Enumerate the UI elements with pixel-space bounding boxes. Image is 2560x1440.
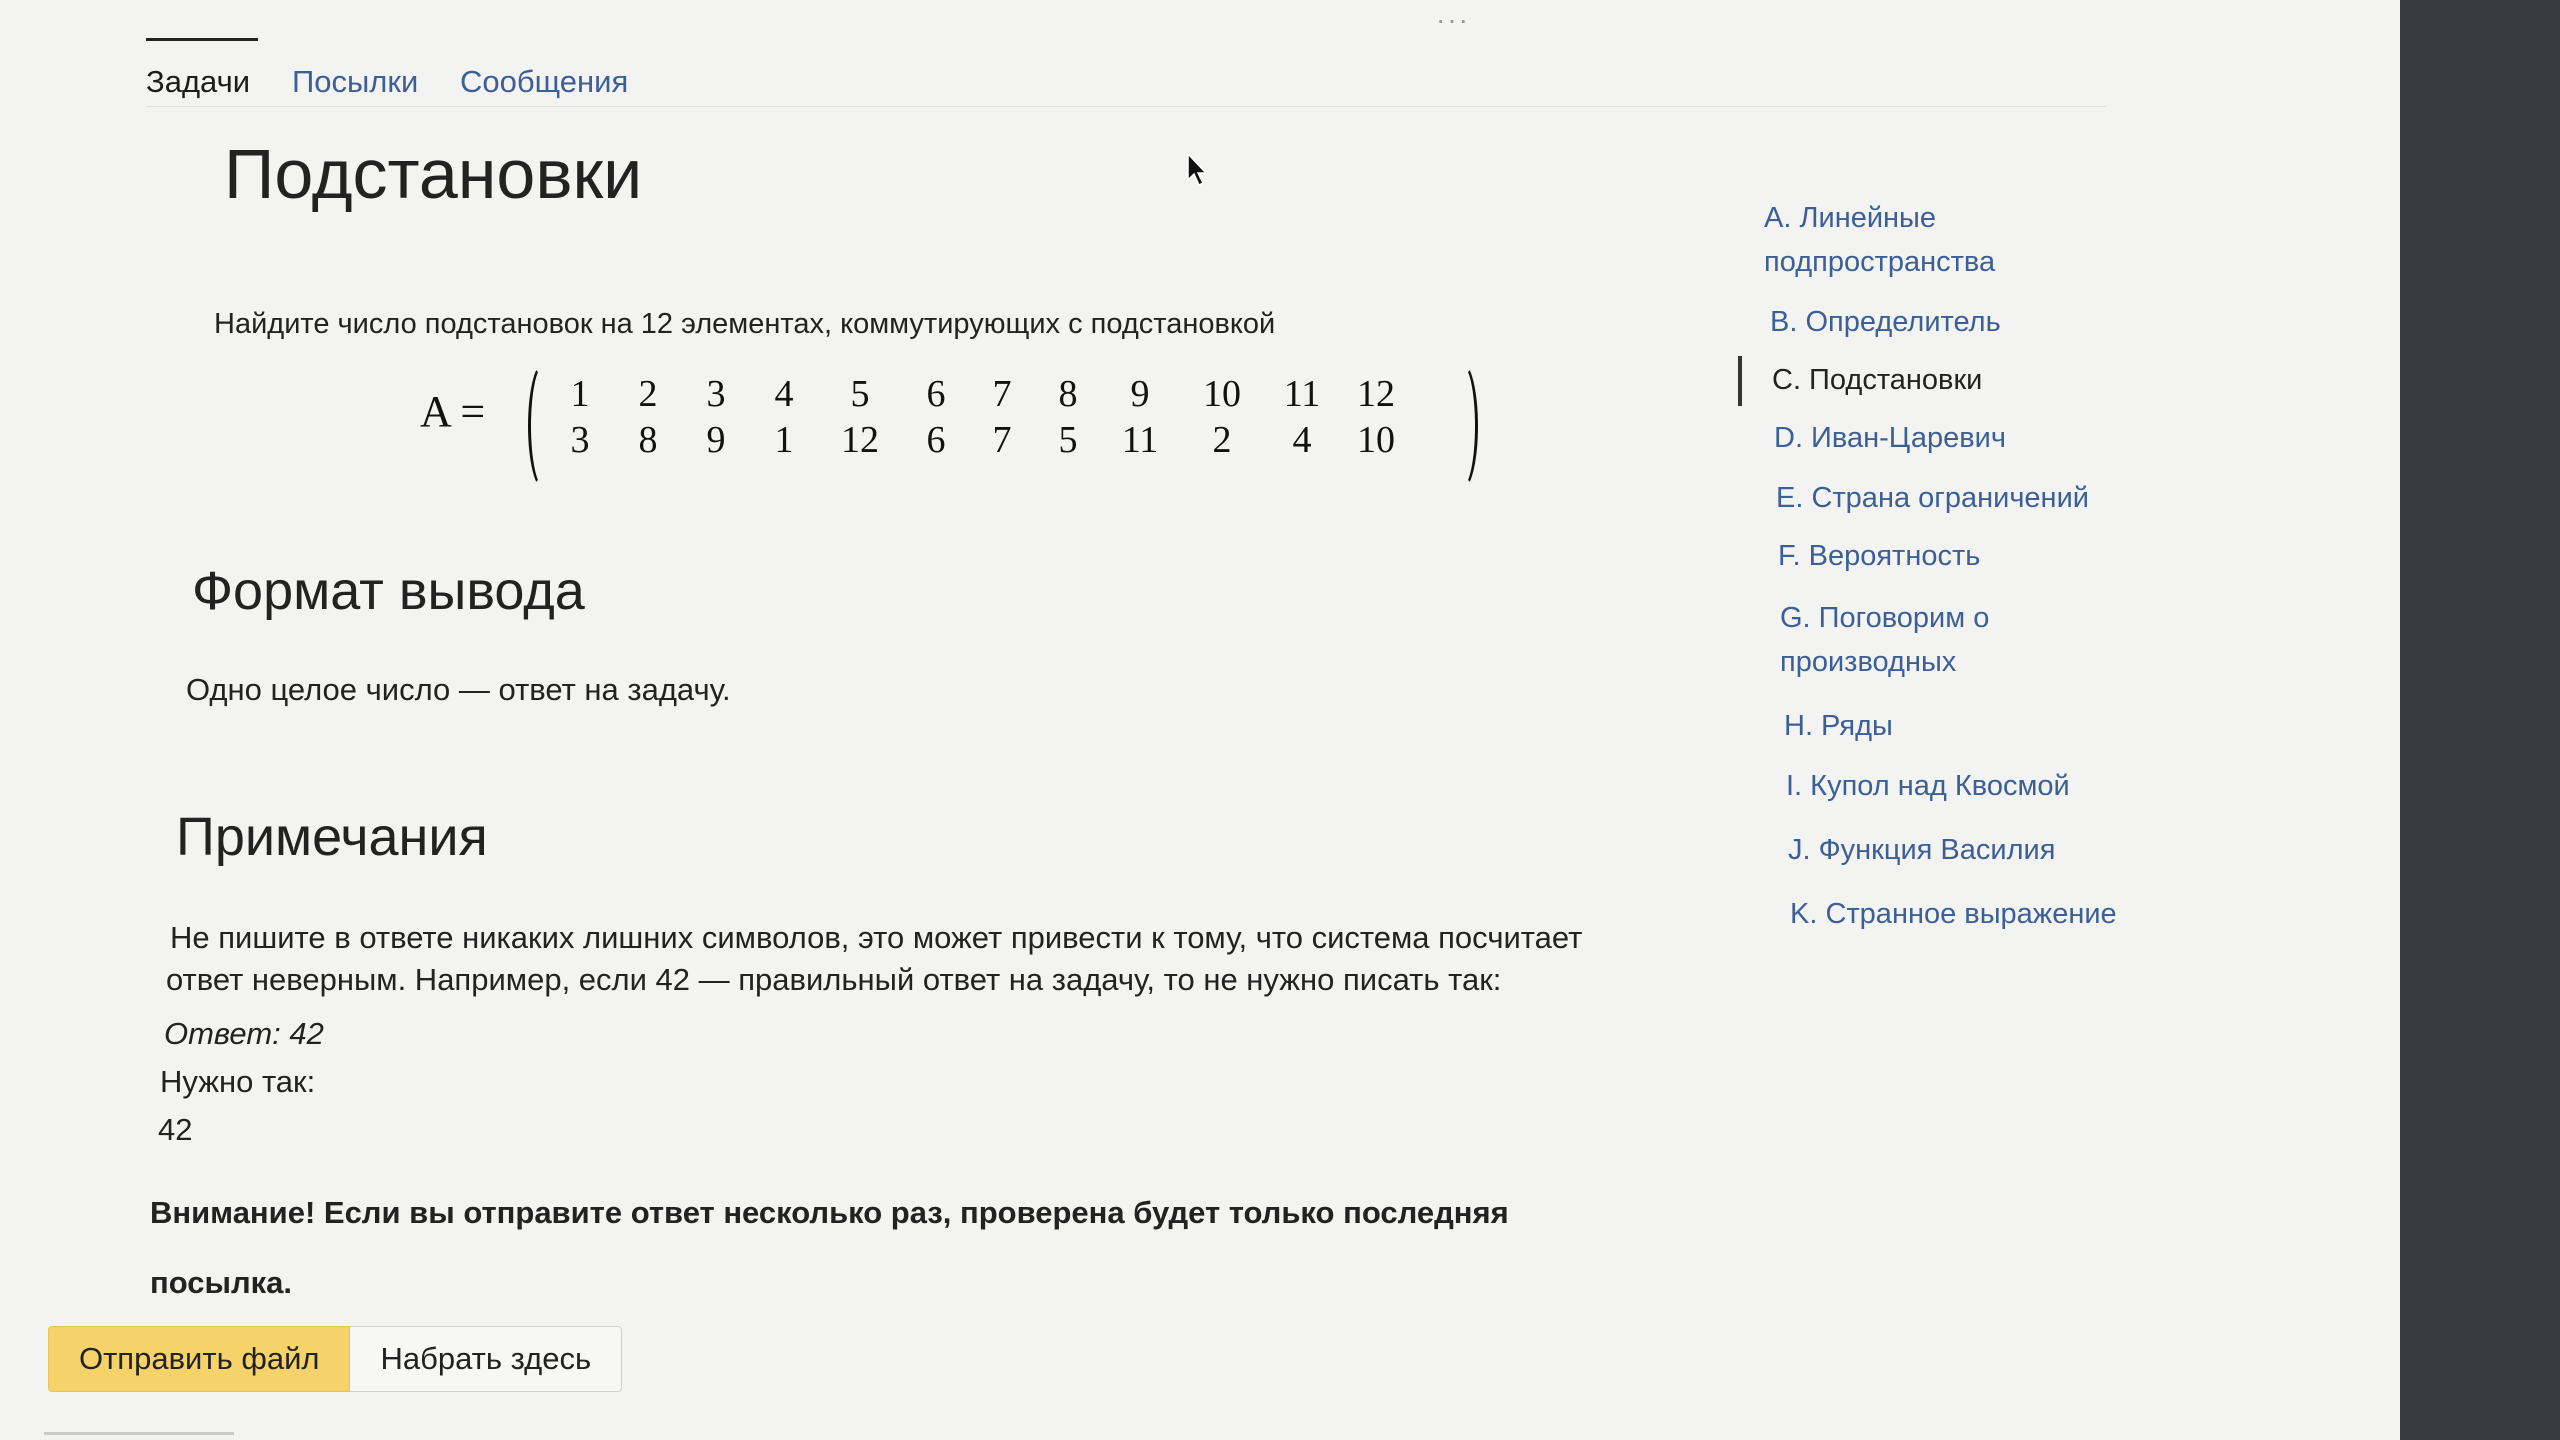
tab-messages[interactable]: Сообщения xyxy=(460,64,628,100)
perm-top-12: 12 xyxy=(1357,373,1395,415)
notes-right-example: 42 xyxy=(158,1112,193,1147)
perm-top-10: 10 xyxy=(1203,373,1241,415)
sidebar-item-h[interactable]: H. Ряды xyxy=(1784,704,2144,748)
perm-top-5: 5 xyxy=(850,373,870,415)
formula-lhs: A = xyxy=(420,387,486,436)
output-format-text: Одно целое число — ответ на задачу. xyxy=(186,672,731,707)
top-tabs: Задачи Посылки Сообщения xyxy=(146,38,2106,107)
active-indicator xyxy=(1738,356,1742,406)
perm-top-9: 9 xyxy=(1130,373,1150,415)
perm-bottom-7: 7 xyxy=(992,419,1012,461)
output-format-heading: Формат вывода xyxy=(192,561,585,621)
perm-top-2: 2 xyxy=(638,373,658,415)
sidebar-item-a[interactable]: A. Линейные подпространства xyxy=(1764,196,2124,284)
page-title: Подстановки xyxy=(224,135,643,213)
notes-wrong-example: Ответ: 42 xyxy=(164,1016,324,1051)
submit-button-group: Отправить файл Набрать здесь xyxy=(48,1326,623,1392)
perm-bottom-12: 10 xyxy=(1357,419,1395,461)
permutation-formula: A = 1 2 3 4 5 6 7 8 9 10 11 12 3 8 9 1 12 6 7 5 11 2 4 10 xyxy=(420,362,1480,490)
notes-need-label: Нужно так: xyxy=(160,1064,316,1099)
perm-top-4: 4 xyxy=(774,373,794,415)
sidebar-item-j[interactable]: J. Функция Василия xyxy=(1788,828,2148,872)
more-dots-icon[interactable]: ··· xyxy=(1436,4,1470,36)
perm-top-8: 8 xyxy=(1058,373,1078,415)
problem-statement: Найдите число подстановок на 12 элемента… xyxy=(214,308,1276,340)
browser-viewport: ··· Задачи Посылки Сообщения Подстановки… xyxy=(0,0,2400,1440)
sidebar-item-i[interactable]: I. Купол над Квосмой xyxy=(1786,764,2146,808)
perm-top-1: 1 xyxy=(570,373,590,415)
sidebar-item-c[interactable]: C. Подстановки xyxy=(1772,358,2132,402)
perm-top-6: 6 xyxy=(926,373,946,415)
perm-bottom-4: 1 xyxy=(774,419,794,461)
sidebar-item-g[interactable]: G. Поговорим о производных xyxy=(1780,596,2140,684)
perm-bottom-11: 4 xyxy=(1292,419,1312,461)
divider xyxy=(44,1432,234,1435)
right-paren xyxy=(1446,362,1478,490)
perm-bottom-5: 12 xyxy=(841,419,879,461)
perm-bottom-10: 2 xyxy=(1212,419,1232,461)
notes-heading: Примечания xyxy=(176,807,488,867)
sidebar-item-e[interactable]: E. Страна ограничений xyxy=(1776,476,2136,520)
sidebar-item-d[interactable]: D. Иван-Царевич xyxy=(1774,416,2134,460)
type-here-button[interactable]: Набрать здесь xyxy=(350,1326,623,1392)
perm-bottom-2: 8 xyxy=(638,419,658,461)
permutation-bottom-row: 3 8 9 1 12 6 7 5 11 2 4 10 xyxy=(550,418,1440,462)
perm-bottom-9: 11 xyxy=(1121,419,1159,461)
permutation-top-row: 1 2 3 4 5 6 7 8 9 10 11 12 xyxy=(550,372,1440,416)
tab-submissions[interactable]: Посылки xyxy=(292,64,418,100)
perm-top-11: 11 xyxy=(1283,373,1321,415)
perm-top-7: 7 xyxy=(992,373,1012,415)
mouse-cursor-icon xyxy=(1187,152,1208,187)
tab-tasks[interactable]: Задачи xyxy=(146,38,259,100)
notes-line-2: ответ неверным. Например, если 42 — прав… xyxy=(166,962,1502,997)
warning-text: Внимание! Если вы отправите ответ нескол… xyxy=(150,1195,1509,1300)
perm-bottom-1: 3 xyxy=(570,419,590,461)
perm-bottom-6: 6 xyxy=(926,419,946,461)
sidebar-item-f[interactable]: F. Вероятность xyxy=(1778,534,2138,578)
perm-top-3: 3 xyxy=(706,373,726,415)
notes-line-1: Не пишите в ответе никаких лишних символ… xyxy=(170,920,1583,955)
perm-bottom-3: 9 xyxy=(706,419,726,461)
sidebar-item-b[interactable]: B. Определитель xyxy=(1770,300,2130,344)
submit-file-button[interactable]: Отправить файл xyxy=(48,1326,351,1392)
sidebar-item-k[interactable]: K. Странное выражение xyxy=(1790,892,2150,936)
perm-bottom-8: 5 xyxy=(1058,419,1078,461)
